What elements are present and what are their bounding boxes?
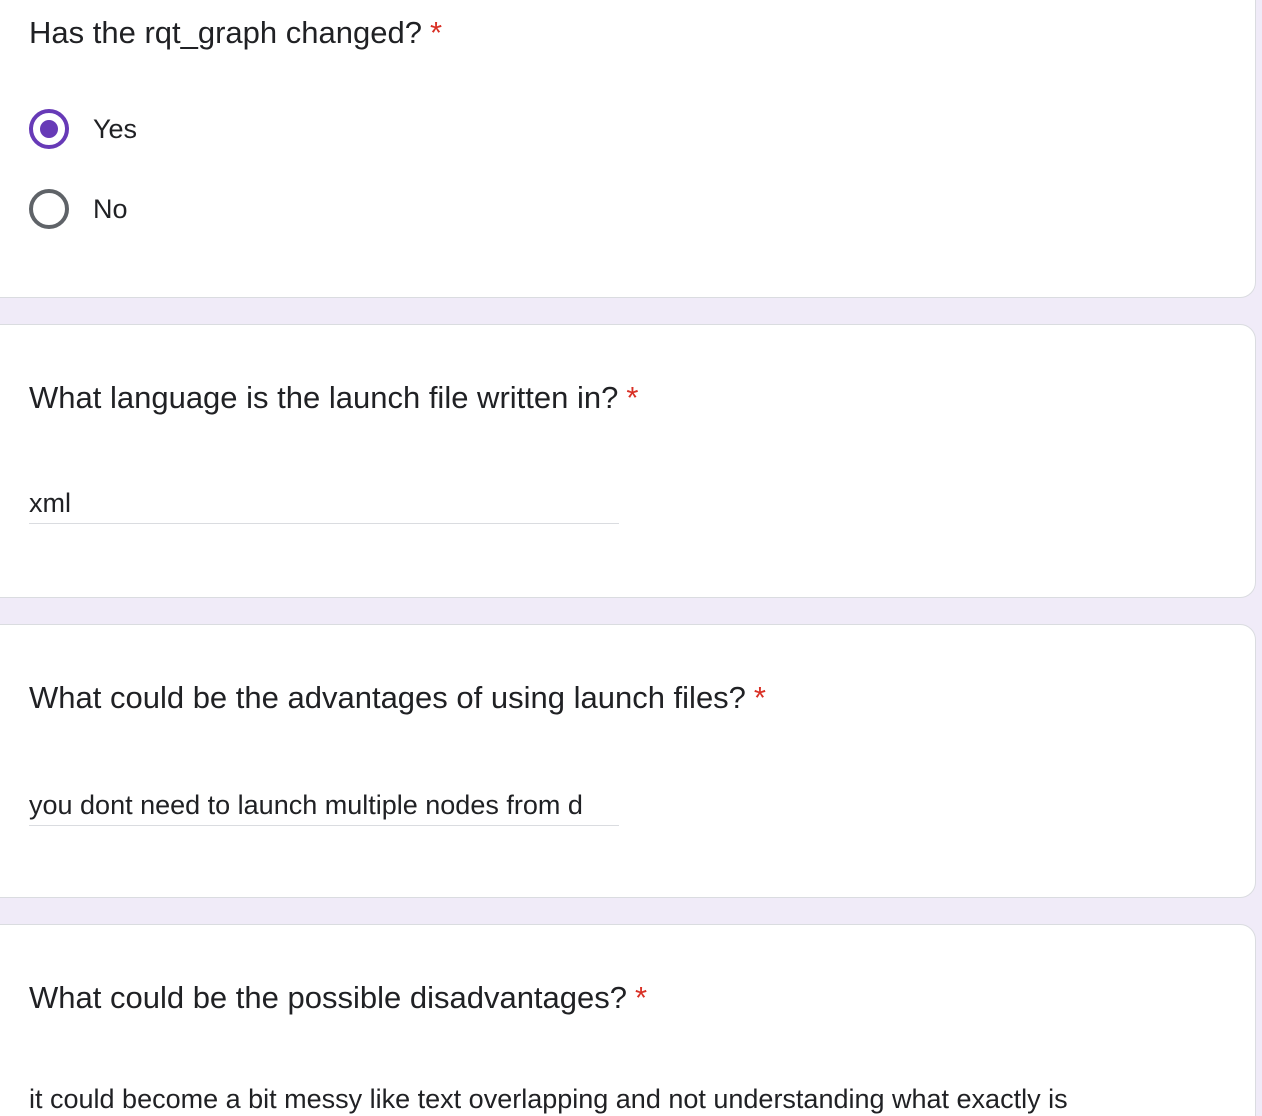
required-asterisk: *	[626, 380, 639, 415]
short-answer-input[interactable]: you dont need to launch multiple nodes f…	[29, 785, 619, 826]
question-card-launch-language: What language is the launch file written…	[0, 324, 1256, 598]
question-card-disadvantages: What could be the possible disadvantages…	[0, 924, 1256, 1116]
question-title: What language is the launch file written…	[29, 380, 638, 416]
required-asterisk: *	[635, 980, 648, 1015]
required-asterisk: *	[429, 15, 443, 50]
short-answer-input[interactable]: xml	[29, 483, 619, 524]
radio-option-no[interactable]: No	[29, 189, 128, 229]
question-text: Has the rqt_graph changed?	[29, 15, 422, 50]
paragraph-answer-input[interactable]: it could become a bit messy like text ov…	[29, 1079, 1209, 1116]
form-page: Has the rqt_graph changed? * Yes No What …	[0, 0, 1262, 1116]
question-text: What could be the advantages of using la…	[29, 680, 746, 715]
radio-option-label: Yes	[93, 113, 138, 144]
question-card-advantages: What could be the advantages of using la…	[0, 624, 1256, 898]
radio-option-label: No	[93, 193, 128, 224]
question-text: What could be the possible disadvantages…	[29, 980, 628, 1015]
radio-option-yes[interactable]: Yes	[29, 109, 137, 149]
question-title: What could be the advantages of using la…	[29, 680, 766, 716]
question-title: Has the rqt_graph changed? *	[29, 15, 442, 51]
question-card-rqt-graph: Has the rqt_graph changed? * Yes No	[0, 0, 1256, 298]
radio-button-unselected[interactable]	[29, 189, 69, 229]
required-asterisk: *	[753, 680, 766, 715]
radio-button-selected[interactable]	[29, 109, 69, 149]
question-title: What could be the possible disadvantages…	[29, 980, 647, 1016]
question-text: What language is the launch file written…	[29, 380, 619, 415]
